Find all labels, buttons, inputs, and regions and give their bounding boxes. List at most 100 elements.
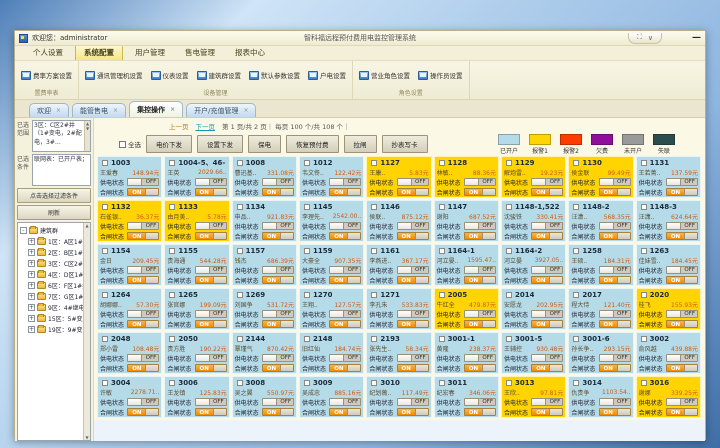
ribbon-button-操作员设置[interactable]: 操作员设置 <box>415 68 466 82</box>
ribbon-button-通讯管理机设置[interactable]: 通讯管理机设置 <box>82 68 146 82</box>
room-checkbox[interactable] <box>169 380 175 386</box>
room-checkbox[interactable] <box>304 292 310 298</box>
supply-toggle[interactable]: OFF <box>464 178 496 186</box>
breaker-toggle[interactable]: ON <box>397 276 429 284</box>
room-checkbox[interactable] <box>102 292 108 298</box>
range-box-scrollbar[interactable]: ▲▼ <box>84 121 90 151</box>
room-checkbox[interactable] <box>573 292 579 298</box>
toolbar-button-抄表写卡[interactable]: 抄表写卡 <box>382 135 428 153</box>
expand-icon[interactable]: + <box>28 293 35 300</box>
breaker-toggle[interactable]: ON <box>195 276 227 284</box>
room-checkbox[interactable] <box>439 160 445 166</box>
breaker-toggle[interactable]: ON <box>262 276 294 284</box>
toolbar-button-保电[interactable]: 保电 <box>248 135 281 153</box>
breaker-toggle[interactable]: ON <box>262 232 294 240</box>
supply-toggle[interactable]: OFF <box>599 266 631 274</box>
room-checkbox[interactable] <box>506 160 512 166</box>
room-checkbox[interactable] <box>102 204 108 210</box>
tree-item[interactable]: +6区：F区1#井（ <box>20 280 82 291</box>
expand-icon[interactable]: + <box>28 249 35 256</box>
breaker-toggle[interactable]: ON <box>531 276 563 284</box>
room-checkbox[interactable] <box>169 336 175 342</box>
room-checkbox[interactable] <box>641 248 647 254</box>
room-checkbox[interactable] <box>371 380 377 386</box>
breaker-toggle[interactable]: ON <box>195 408 227 416</box>
breaker-toggle[interactable]: ON <box>666 276 698 284</box>
window-style-controls[interactable]: ⛶ ∨ <box>628 33 662 44</box>
room-checkbox[interactable] <box>573 380 579 386</box>
room-checkbox[interactable] <box>641 292 647 298</box>
supply-toggle[interactable]: OFF <box>397 266 429 274</box>
tree-item[interactable]: +7区：G区1#井 <box>20 291 82 302</box>
room-checkbox[interactable] <box>102 160 108 166</box>
breaker-toggle[interactable]: ON <box>599 276 631 284</box>
room-checkbox[interactable] <box>573 248 579 254</box>
supply-toggle[interactable]: OFF <box>599 354 631 362</box>
supply-toggle[interactable]: OFF <box>397 310 429 318</box>
room-checkbox[interactable] <box>304 160 310 166</box>
room-checkbox[interactable] <box>371 292 377 298</box>
room-checkbox[interactable] <box>237 248 243 254</box>
supply-toggle[interactable]: OFF <box>262 310 294 318</box>
breaker-toggle[interactable]: ON <box>127 364 159 372</box>
ribbon-button-户电设置[interactable]: 户电设置 <box>305 68 349 82</box>
supply-toggle[interactable]: OFF <box>262 178 294 186</box>
expand-icon[interactable]: + <box>28 238 35 245</box>
doc-tab-能管售电[interactable]: 能管售电× <box>72 103 126 117</box>
breaker-toggle[interactable]: ON <box>397 188 429 196</box>
close-icon[interactable]: × <box>113 107 118 114</box>
room-checkbox[interactable] <box>169 292 175 298</box>
breaker-toggle[interactable]: ON <box>397 320 429 328</box>
tree-item[interactable]: +3区：C区2#井（ <box>20 258 82 269</box>
supply-toggle[interactable]: OFF <box>195 398 227 406</box>
supply-toggle[interactable]: OFF <box>127 178 159 186</box>
breaker-toggle[interactable]: ON <box>464 232 496 240</box>
breaker-toggle[interactable]: ON <box>599 232 631 240</box>
breaker-toggle[interactable]: ON <box>329 408 361 416</box>
breaker-toggle[interactable]: ON <box>329 276 361 284</box>
room-checkbox[interactable] <box>102 336 108 342</box>
minimize-button[interactable]: — <box>692 35 701 42</box>
breaker-toggle[interactable]: ON <box>531 408 563 416</box>
room-checkbox[interactable] <box>506 292 512 298</box>
supply-toggle[interactable]: OFF <box>329 222 361 230</box>
supply-toggle[interactable]: OFF <box>464 222 496 230</box>
room-checkbox[interactable] <box>573 160 579 166</box>
room-checkbox[interactable] <box>573 204 579 210</box>
room-checkbox[interactable] <box>371 336 377 342</box>
breaker-toggle[interactable]: ON <box>262 364 294 372</box>
supply-toggle[interactable]: OFF <box>599 398 631 406</box>
room-checkbox[interactable] <box>237 380 243 386</box>
breaker-toggle[interactable]: ON <box>262 408 294 416</box>
breaker-toggle[interactable]: ON <box>666 232 698 240</box>
room-checkbox[interactable] <box>102 380 108 386</box>
supply-toggle[interactable]: OFF <box>262 266 294 274</box>
doc-tab-欢迎[interactable]: 欢迎× <box>29 103 69 117</box>
room-checkbox[interactable] <box>506 204 512 210</box>
supply-toggle[interactable]: OFF <box>195 178 227 186</box>
breaker-toggle[interactable]: ON <box>195 364 227 372</box>
supply-toggle[interactable]: OFF <box>329 178 361 186</box>
breaker-toggle[interactable]: ON <box>531 364 563 372</box>
breaker-toggle[interactable]: ON <box>329 232 361 240</box>
room-checkbox[interactable] <box>237 160 243 166</box>
breaker-toggle[interactable]: ON <box>531 232 563 240</box>
breaker-toggle[interactable]: ON <box>464 364 496 372</box>
supply-toggle[interactable]: OFF <box>666 178 698 186</box>
breaker-toggle[interactable]: ON <box>127 188 159 196</box>
expand-icon[interactable]: + <box>28 326 35 333</box>
breaker-toggle[interactable]: ON <box>464 188 496 196</box>
selected-condition-box[interactable]: 联网表：已开户表； <box>32 154 91 186</box>
room-checkbox[interactable] <box>237 336 243 342</box>
ribbon-button-费率方案设置[interactable]: 费率方案设置 <box>18 68 75 82</box>
breaker-toggle[interactable]: ON <box>262 320 294 328</box>
room-checkbox[interactable] <box>102 248 108 254</box>
menu-tab-系统配置[interactable]: 系统配置 <box>75 44 123 60</box>
supply-toggle[interactable]: OFF <box>599 310 631 318</box>
expand-icon[interactable]: + <box>28 260 35 267</box>
breaker-toggle[interactable]: ON <box>599 320 631 328</box>
supply-toggle[interactable]: OFF <box>464 310 496 318</box>
room-checkbox[interactable] <box>237 292 243 298</box>
breaker-toggle[interactable]: ON <box>531 320 563 328</box>
menu-tab-售电管理[interactable]: 售电管理 <box>177 45 223 60</box>
